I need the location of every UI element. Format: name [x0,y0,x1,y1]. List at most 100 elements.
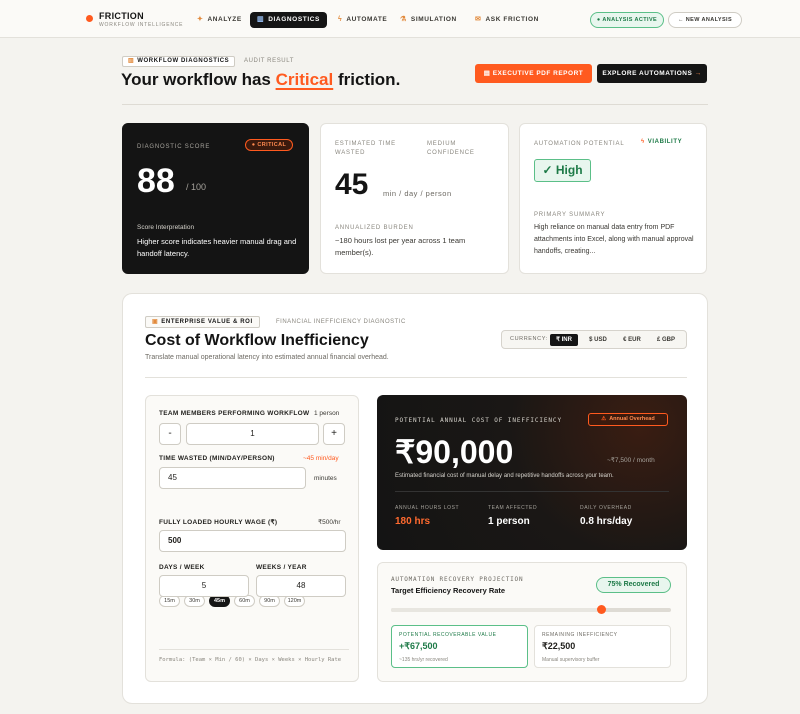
monthly-cost-value: ~₹7,500 / month [607,457,655,464]
cost-formula: Formula: (Team × Min / 60) × Days × Week… [159,649,349,665]
hourly-wage-rate: ₹500/hr [318,519,341,526]
daily-overhead-value: 0.8 hrs/day [580,516,633,527]
annual-cost-description: Estimated financial cost of manual delay… [395,473,614,479]
page-title: Your workflow has Critical friction. [121,70,401,89]
section-divider [145,377,687,378]
chart-icon: ▥ [257,16,265,23]
section-subtitle: Translate manual operational latency int… [145,354,389,361]
time-wasted-unit: min / day / person [383,189,452,198]
score-interpretation-text: Higher score indicates heavier manual dr… [137,237,297,258]
primary-summary-label: PRIMARY SUMMARY [534,212,606,218]
arrow-right-icon: → [694,70,702,77]
recovery-rate-title: Target Efficiency Recovery Rate [391,586,506,595]
primary-summary-text: High reliance on manual data entry from … [534,224,694,255]
cost-card-divider [395,491,669,492]
executive-pdf-report-button[interactable]: ▤ EXECUTIVE PDF REPORT [475,64,592,83]
time-wasted-label: ESTIMATED TIME WASTED [335,141,396,156]
currency-eur[interactable]: € EUR [618,334,646,346]
nav-simulation[interactable]: ⚗ SIMULATION [393,12,464,28]
section-title: Cost of Workflow Inefficiency [145,332,369,349]
automation-potential-label: AUTOMATION POTENTIAL [534,141,625,147]
annual-hours-lost-value: 180 hrs [395,516,431,527]
recoverable-hours: ~135 hrs/yr recovered [399,657,448,663]
weeks-per-year-input[interactable]: 48 [256,575,346,597]
daily-overhead-label: DAILY OVERHEAD [580,505,632,511]
recovery-percent-badge: 75% Recovered [596,577,671,593]
time-wasted-card: ESTIMATED TIME WASTED MEDIUM CONFIDENCE … [320,123,509,274]
enterprise-value-tag: ▣ ENTERPRISE VALUE & ROI [145,316,260,328]
bag-icon: ▣ [152,319,159,325]
bolt-icon: ✦ [197,16,204,23]
currency-label: CURRENCY: [510,336,548,342]
weeks-per-year-label: WEEKS / YEAR [256,564,307,571]
time-wasted-input[interactable]: 45 [159,467,306,489]
recovery-rate-handle[interactable] [597,605,606,614]
audit-result-label: AUDIT RESULT [244,58,294,64]
currency-selector: CURRENCY: ₹ INR $ USD € EUR £ GBP [501,330,687,349]
flask-icon: ⚗ [400,16,407,23]
recoverable-value-card: POTENTIAL RECOVERABLE VALUE +₹67,500 ~13… [391,625,528,668]
nav-automate[interactable]: ϟ AUTOMATE [331,12,394,28]
recovery-rate-fill [391,608,601,612]
score-max: / 100 [186,182,207,192]
team-increment-button[interactable]: + [323,423,345,445]
nav-ask-friction[interactable]: ✉ ASK FRICTION [468,12,546,28]
severity-highlight: Critical [275,70,334,89]
new-analysis-button[interactable]: ← NEW ANALYSIS [668,12,742,28]
annual-hours-lost-label: ANNUAL HOURS LOST [395,505,460,511]
automation-potential-value: ✓ High [534,159,591,182]
brand-title: FRICTION [99,11,144,21]
brand-dot-icon [86,15,93,22]
annual-cost-card: POTENTIAL ANNUAL COST OF INEFFICIENCY ⚠ A… [377,395,687,550]
diagnostic-score-value: 88 [137,162,175,200]
team-affected-label: TEAM AFFECTED [488,505,538,511]
confidence-label: MEDIUM CONFIDENCE [427,141,475,156]
remaining-inefficiency-card: REMAINING INEFFICIENCY ₹22,500 Manual su… [534,625,671,668]
time-wasted-value: 45 [335,168,369,201]
team-members-count: 1 person [314,410,340,417]
cost-of-inefficiency-section: ▣ ENTERPRISE VALUE & ROI FINANCIAL INEFFI… [122,293,708,704]
automation-potential-card: AUTOMATION POTENTIAL ϟ VIABILITY ✓ High P… [519,123,707,274]
team-affected-value: 1 person [488,516,530,527]
currency-inr[interactable]: ₹ INR [550,334,578,346]
lightning-icon: ϟ [338,16,343,23]
financial-diagnostic-label: FINANCIAL INEFFICIENCY DIAGNOSTIC [276,319,406,325]
lightning-icon: ϟ [641,139,645,145]
annualized-burden-label: ANNUALIZED BURDEN [335,225,414,231]
cost-inputs-panel: TEAM MEMBERS PERFORMING WORKFLOW 1 perso… [145,395,359,682]
top-nav: FRICTION WORKFLOW INTELLIGENCE ✦ ANALYZE … [0,0,800,38]
header-divider [122,104,708,105]
diagnostic-score-card: DIAGNOSTIC SCORE ● CRITICAL 88 / 100 Sco… [122,123,309,274]
hourly-wage-input[interactable]: 500 [159,530,346,552]
time-wasted-delta: ~45 min/day [303,455,339,462]
explore-automations-button[interactable]: EXPLORE AUTOMATIONS → [597,64,707,83]
team-decrement-button[interactable]: - [159,423,181,445]
remaining-inefficiency-value: ₹22,500 [542,641,576,651]
nav-analyze[interactable]: ✦ ANALYZE [190,12,249,28]
document-icon: ▤ [483,70,493,77]
score-interpretation-title: Score Interpretation [137,224,195,231]
days-per-week-label: DAYS / WEEK [159,564,205,571]
hourly-wage-label: FULLY LOADED HOURLY WAGE (₹) [159,519,278,526]
days-per-week-input[interactable]: 5 [159,575,249,597]
nav-diagnostics[interactable]: ▥ DIAGNOSTICS [250,12,327,28]
team-members-input[interactable]: 1 [186,423,319,445]
recoverable-value-label: POTENTIAL RECOVERABLE VALUE [399,632,497,638]
analysis-active-badge: ● ANALYSIS ACTIVE [590,12,664,28]
recovery-projection-card: AUTOMATION RECOVERY PROJECTION Target Ef… [377,562,687,682]
viability-label: ϟ VIABILITY [641,139,683,145]
recoverable-value: +₹67,500 [399,641,438,651]
time-wasted-label: TIME WASTED (MIN/DAY/PERSON) [159,455,275,462]
remaining-inefficiency-note: Manual supervisory buffer [542,657,600,663]
brand-subtitle: WORKFLOW INTELLIGENCE [99,22,184,28]
recovery-rate-slider[interactable] [391,605,671,614]
annualized-burden-text: ~180 hours lost per year across 1 team m… [335,236,466,257]
recovery-projection-label: AUTOMATION RECOVERY PROJECTION [391,576,524,583]
currency-gbp[interactable]: £ GBP [652,334,680,346]
time-unit-label: minutes [314,475,337,482]
diagnostic-score-label: DIAGNOSTIC SCORE [137,144,211,150]
currency-usd[interactable]: $ USD [584,334,612,346]
workflow-diagnostics-tag: ▥ WORKFLOW DIAGNOSTICS [122,56,236,67]
annual-overhead-badge: ⚠ Annual Overhead [588,413,668,426]
chart-icon: ▥ [128,58,135,64]
